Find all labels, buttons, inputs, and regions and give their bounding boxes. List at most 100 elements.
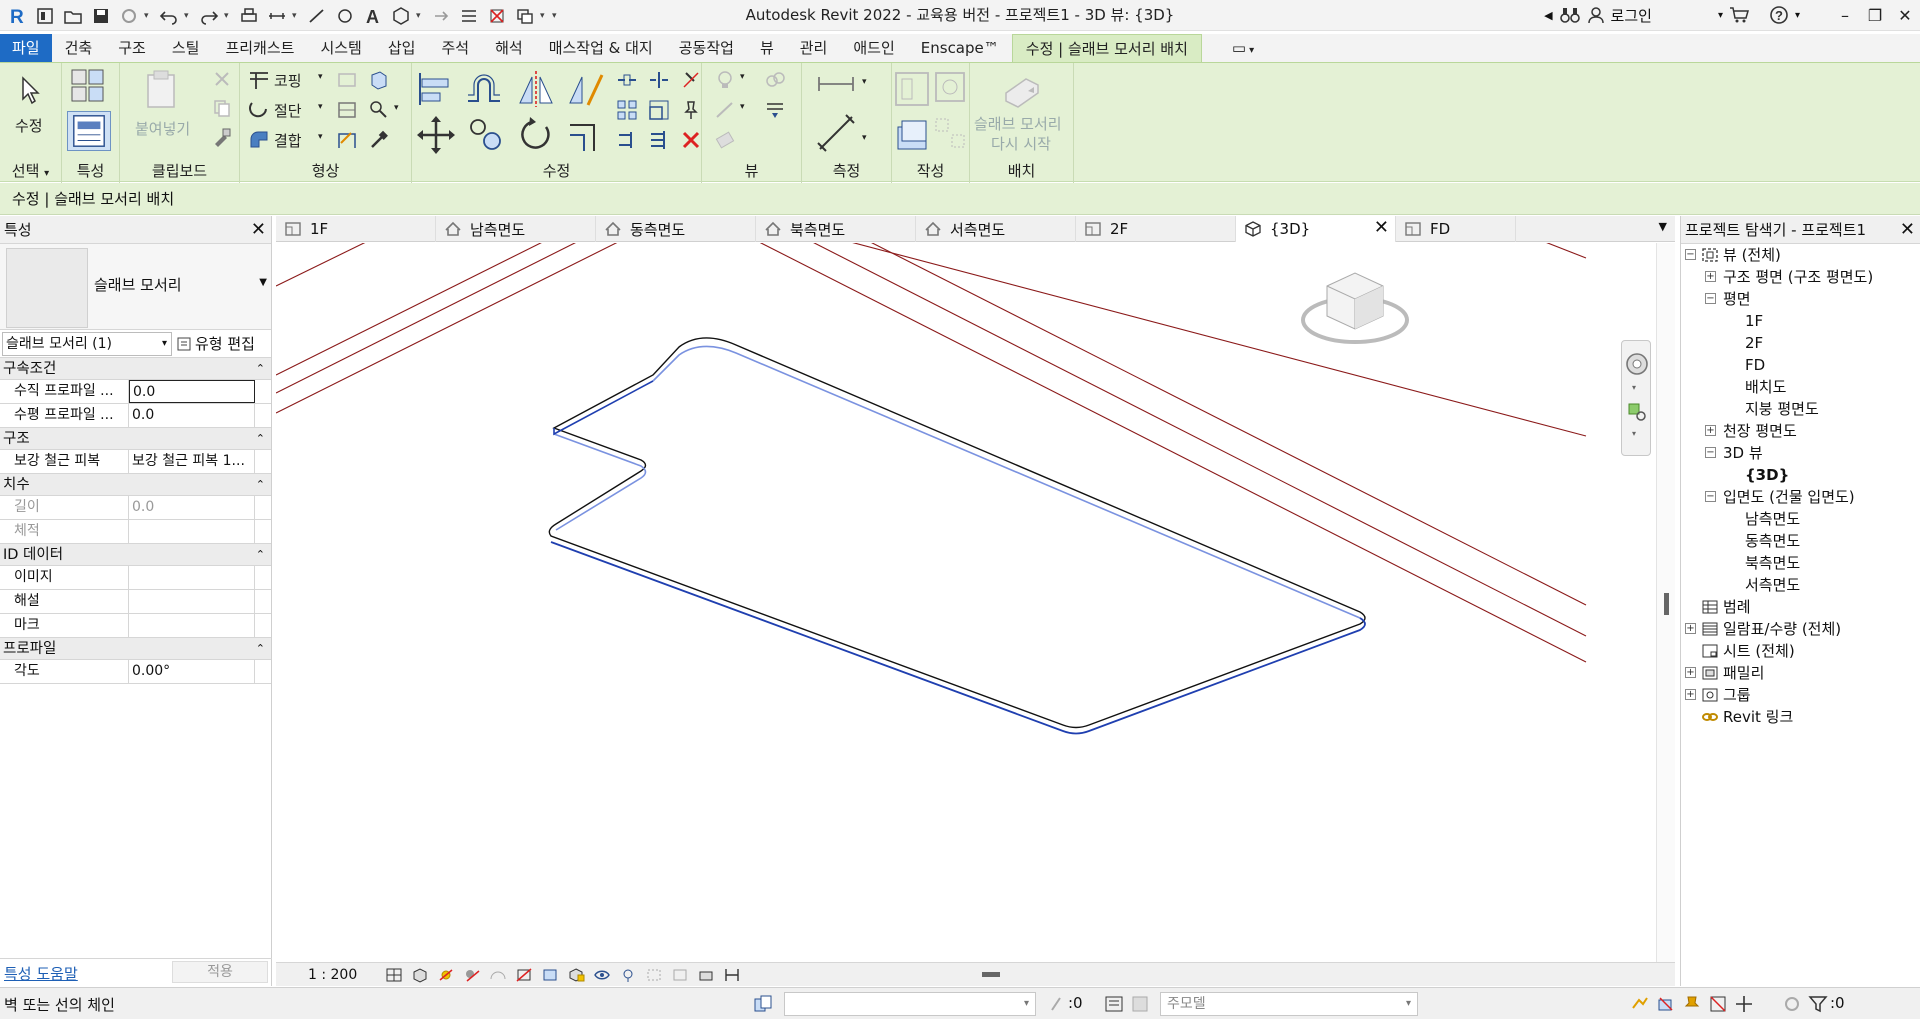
apply-button[interactable]: 적용 xyxy=(172,961,268,983)
copy-elements-icon[interactable] xyxy=(466,115,506,155)
browser-item[interactable]: 북측면도 xyxy=(1681,552,1920,574)
trim-single-icon[interactable] xyxy=(616,129,638,151)
browser-item[interactable]: 남측면도 xyxy=(1681,508,1920,530)
browser-item[interactable]: + 패밀리 xyxy=(1681,662,1920,684)
modify-button-label[interactable]: 수정 xyxy=(15,115,43,136)
browser-item[interactable]: + 천장 평면도 xyxy=(1681,420,1920,442)
view-tab-fd[interactable]: FD xyxy=(1396,216,1516,242)
customize-toolbar-icon[interactable]: ▾ xyxy=(552,11,562,21)
modify-cursor-icon[interactable] xyxy=(18,75,44,105)
drag-elements-icon[interactable] xyxy=(1734,994,1754,1014)
tab-systems[interactable]: 시스템 xyxy=(307,34,374,62)
chevron-down-icon[interactable]: ▾ xyxy=(318,72,323,82)
tab-collaborate[interactable]: 공동작업 xyxy=(666,34,747,62)
tab-structure[interactable]: 구조 xyxy=(105,34,159,62)
restart-slab-edge-line1[interactable]: 슬래브 모서리 xyxy=(974,113,1062,134)
view-tab-west-elevation[interactable]: 서측면도 xyxy=(916,216,1076,242)
close-icon[interactable]: ✕ xyxy=(1900,216,1915,244)
collapse-icon[interactable]: − xyxy=(1705,293,1716,304)
crop-view-icon[interactable] xyxy=(515,967,533,983)
revit-app-icon[interactable]: R xyxy=(4,3,30,29)
slab-edge-left-dark[interactable] xyxy=(553,380,654,436)
unlocked-3d-view-icon[interactable] xyxy=(567,967,585,983)
rendering-dialog-icon[interactable] xyxy=(489,967,507,983)
visual-style-icon[interactable] xyxy=(411,967,429,983)
collapse-icon[interactable]: − xyxy=(1705,447,1716,458)
login-area[interactable]: ◀ 로그인 ▾ ? ▾ xyxy=(1544,5,1800,26)
create-assembly-icon[interactable] xyxy=(892,115,932,155)
temporary-view-properties-icon[interactable] xyxy=(645,967,663,983)
tab-file[interactable]: 파일 xyxy=(0,34,52,62)
worksets-icon[interactable] xyxy=(752,993,774,1015)
instance-selector[interactable]: 슬래브 모서리 (1) ▾ xyxy=(2,331,172,356)
collapse-icon[interactable]: − xyxy=(1705,491,1716,502)
detail-level-icon[interactable] xyxy=(385,967,403,983)
tab-modify-place-slab-edge[interactable]: 수정 | 슬래브 모서리 배치 xyxy=(1011,34,1202,62)
wall-profile-icon[interactable] xyxy=(336,129,358,151)
login-label[interactable]: 로그인 xyxy=(1611,5,1652,26)
chevron-down-icon[interactable]: ▾ xyxy=(318,132,323,142)
tab-enscape[interactable]: Enscape™ xyxy=(908,34,1012,62)
background-process-icon[interactable] xyxy=(1782,994,1802,1014)
slab-edge-outer[interactable] xyxy=(548,337,1366,729)
view-cube[interactable] xyxy=(1301,272,1409,344)
join-icon[interactable] xyxy=(248,129,270,151)
save-icon[interactable] xyxy=(88,3,114,29)
sun-path-icon[interactable] xyxy=(437,967,455,983)
chevron-down-icon[interactable]: ▾ xyxy=(144,11,154,21)
move-icon[interactable] xyxy=(416,115,456,155)
unjoin-icon[interactable] xyxy=(336,69,358,91)
browser-item[interactable]: 서측면도 xyxy=(1681,574,1920,596)
minimize-button[interactable]: – xyxy=(1830,6,1860,25)
browser-item[interactable]: 1F xyxy=(1681,310,1920,332)
align-icon[interactable] xyxy=(416,69,456,109)
paste-label[interactable]: 붙여넣기 xyxy=(135,118,190,139)
design-option-selector[interactable]: 주모델 ▾ xyxy=(1160,992,1418,1016)
browser-item[interactable]: − 뷰 (전체) xyxy=(1681,244,1920,266)
chevron-down-icon[interactable]: ▾ xyxy=(416,11,426,21)
view-scale[interactable]: 1 : 200 xyxy=(308,967,357,983)
browser-item[interactable]: 배치도 xyxy=(1681,376,1920,398)
cut-scissors-icon[interactable] xyxy=(212,69,232,89)
browser-item[interactable]: + 일람표/수량 (전체) xyxy=(1681,618,1920,640)
wall-join-icon[interactable] xyxy=(368,69,390,91)
chevron-down-icon[interactable]: ▾ xyxy=(184,11,194,21)
expand-icon[interactable]: + xyxy=(1685,689,1696,700)
linework-icon[interactable] xyxy=(714,99,736,121)
vertical-profile-offset-input[interactable]: 0.0 xyxy=(129,380,255,403)
browser-item[interactable]: 2F xyxy=(1681,332,1920,354)
temporary-hide-icon[interactable] xyxy=(593,967,611,983)
select-underlay-icon[interactable] xyxy=(1656,994,1676,1014)
expand-icon[interactable]: + xyxy=(1685,667,1696,678)
chevron-down-icon[interactable]: ▼ xyxy=(259,277,267,288)
browser-item[interactable]: −3D 뷰 xyxy=(1681,442,1920,464)
view-tab-1f[interactable]: 1F xyxy=(276,216,436,242)
browser-item[interactable]: + 구조 평면 (구조 평면도) xyxy=(1681,266,1920,288)
demolish-hammer-icon[interactable] xyxy=(368,129,390,151)
chevron-down-icon[interactable]: ▾ xyxy=(540,11,550,21)
mirror-pick-axis-icon[interactable] xyxy=(516,69,556,109)
rotate-icon[interactable] xyxy=(516,115,556,155)
restart-slab-edge-icon[interactable] xyxy=(1000,71,1044,111)
chevron-down-icon[interactable]: ▾ xyxy=(740,102,745,112)
override-graphics-icon[interactable] xyxy=(764,69,786,91)
thin-lines-toggle-icon[interactable] xyxy=(764,99,786,121)
tab-architecture[interactable]: 건축 xyxy=(52,34,106,62)
mirror-draw-axis-icon[interactable] xyxy=(566,69,606,109)
join-label[interactable]: 결합 xyxy=(274,130,302,151)
view-tab-east-elevation[interactable]: 동측면도 xyxy=(596,216,756,242)
default-3d-view-icon[interactable] xyxy=(388,3,414,29)
highlight-displacement-icon[interactable] xyxy=(697,967,715,983)
select-dropdown[interactable]: 선택 ▾ xyxy=(0,160,61,181)
cart-icon[interactable] xyxy=(1729,6,1749,24)
expand-icon[interactable]: + xyxy=(1705,271,1716,282)
filter-icon[interactable] xyxy=(1808,994,1828,1014)
select-by-face-icon[interactable] xyxy=(1708,994,1728,1014)
trim-multiple-icon[interactable] xyxy=(648,129,670,151)
editing-requests-icon[interactable] xyxy=(1048,994,1066,1014)
design-option-edit-icon[interactable] xyxy=(1130,994,1150,1014)
group-dimensions[interactable]: 치수 ⌃ xyxy=(0,474,271,496)
select-pinned-icon[interactable] xyxy=(1682,994,1702,1014)
chevron-down-icon[interactable]: ▾ xyxy=(1632,429,1636,438)
close-icon[interactable]: ✕ xyxy=(1374,217,1389,238)
